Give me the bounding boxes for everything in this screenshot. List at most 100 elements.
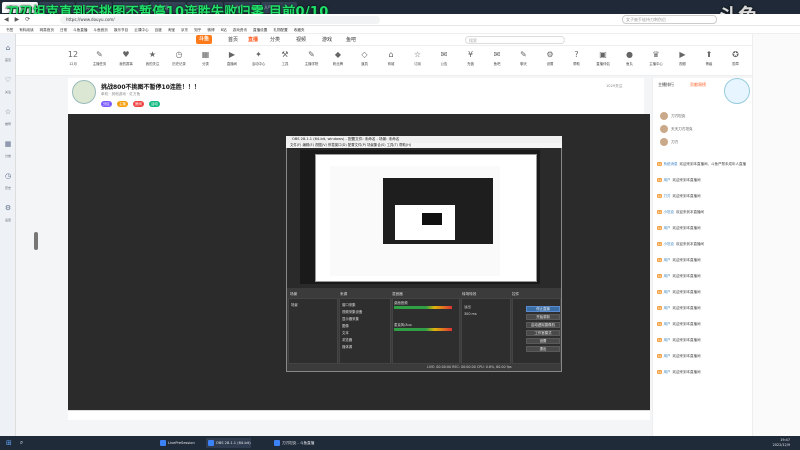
nav-game[interactable]: 游戏 [322,36,332,43]
nav-video[interactable]: 视频 [296,36,306,43]
forward-icon[interactable]: ▶ [15,16,20,23]
star-icon[interactable]: ☆ [2,108,14,120]
bookmark[interactable]: 知乎 [194,26,201,33]
bookmark[interactable]: 直播设置 [253,26,267,33]
nav-yuba[interactable]: 鱼吧 [346,36,356,43]
virtual-camera-button[interactable]: 启动虚拟摄像机 [526,322,560,328]
bookmark[interactable]: 京东 [181,26,188,33]
room-tag[interactable]: 分区 [101,101,112,107]
heart-icon[interactable]: ♡ [2,76,14,88]
taskbar-app[interactable]: LivePreSession [158,438,195,448]
chat-nick[interactable]: 用户 [663,178,670,182]
windows-start-icon[interactable]: ⊞ [6,439,12,447]
category-item[interactable]: ◇ 道具 [352,50,378,67]
chat-nick[interactable]: 用户 [663,354,670,358]
room-tag[interactable]: 房间 [133,101,144,107]
category-item[interactable]: ✦ 活动中心 [246,50,272,67]
category-item[interactable]: ? 帮助 [564,50,590,67]
chat-nick[interactable]: 用户 [663,226,670,230]
category-item[interactable]: ⬆ 等级 [696,50,722,67]
chat-nick[interactable]: 用户 [663,306,670,310]
chat-nick[interactable]: 刀刃 [663,194,670,198]
category-item[interactable]: ✎ 主播任务 [87,50,113,67]
chat-nick[interactable]: 小坦克 [663,242,674,246]
browser-search-input[interactable]: 女子被歹徒持刀刺伤后 [622,15,717,24]
source-item[interactable]: 窗口采集 [342,302,356,307]
source-item[interactable]: 浏览器 [342,337,352,342]
url-input[interactable]: https://www.douyu.com/ [60,16,380,24]
bookmark[interactable]: 游戏资讯 [233,26,247,33]
chat-nick[interactable]: 用户 [663,274,670,278]
bookmark[interactable]: 网易首页 [40,26,54,33]
bookmark[interactable]: 云课中心 [134,26,148,33]
site-logo[interactable]: 斗鱼 [196,35,212,44]
bookmark[interactable]: 礼物配置 [273,26,287,33]
taskbar-app[interactable]: 刀刃坦克 - 斗鱼直播 [272,438,314,448]
studio-mode-button[interactable]: 工作室模式 [526,330,560,336]
bookmark[interactable]: 书签 [6,26,13,33]
scene-item[interactable]: 场景 [291,302,298,307]
category-item[interactable]: ⚒ 工具 [272,50,298,67]
category-item[interactable]: ● 鱼丸 [617,50,643,67]
bookmark[interactable]: 斗鱼直播 [73,26,87,33]
category-item[interactable]: ⌂ 商城 [378,50,404,67]
category-item[interactable]: 12 12月 [60,50,86,67]
tab-streamer-rank[interactable]: 主播排行 [658,82,674,88]
category-item[interactable]: ¥ 充值 [458,50,484,67]
bookmark[interactable]: 淘宝 [168,26,175,33]
bookmark[interactable]: 收藏夹 [294,26,305,33]
settings-button[interactable]: 设置 [526,338,560,344]
chat-nick[interactable]: 用户 [663,338,670,342]
source-item[interactable]: 图像 [342,323,349,328]
chat-nick[interactable]: 用户 [663,290,670,294]
tab-contribution-rank[interactable]: 贡献周榜 [690,82,706,88]
room-tag[interactable]: 主播 [117,101,128,107]
bookmark[interactable]: 娱乐节目 [114,26,128,33]
source-item[interactable]: 显示器采集 [342,316,359,321]
floating-logo[interactable] [724,78,750,104]
exit-button[interactable]: 退出 [526,346,560,352]
category-item[interactable]: ♥ 我的赛事 [113,50,139,67]
category-item[interactable]: ▣ 直播伴侣 [590,50,616,67]
chat-nick[interactable]: 用户 [663,258,670,262]
bookmark[interactable]: 百度 [155,26,162,33]
category-item[interactable]: ✎ 聊天 [511,50,537,67]
chat-nick[interactable]: 小坦克 [663,210,674,214]
nav-category[interactable]: 分类 [270,36,280,43]
room-tag[interactable]: 活动 [149,101,160,107]
category-item[interactable]: ▶ 直播间 [219,50,245,67]
bookmark[interactable]: 斗鱼首页 [94,26,108,33]
home-icon[interactable]: ⌂ [2,44,14,56]
category-item[interactable]: ✎ 主播学院 [299,50,325,67]
gear-icon[interactable]: ⚙ [2,204,14,216]
rank-row[interactable]: 刀刃坦克 [660,112,748,122]
category-item[interactable]: ✉ 公告 [431,50,457,67]
chat-nick[interactable]: 用户 [663,322,670,326]
start-record-button[interactable]: 开始录制 [526,314,560,320]
source-item[interactable]: 媒体源 [342,344,352,349]
source-item[interactable]: 文本 [342,330,349,335]
back-icon[interactable]: ◀ [4,16,9,23]
category-item[interactable]: ▦ 分类 [193,50,219,67]
category-item[interactable]: ★ 我的关注 [140,50,166,67]
resize-handle[interactable] [34,232,38,250]
stop-stream-button[interactable]: 停止直播 [526,306,560,312]
site-search-input[interactable]: 搜索 [465,36,565,44]
search-icon[interactable]: ⌕ [20,439,23,447]
nav-home[interactable]: 首页 [228,36,238,43]
rank-row[interactable]: 天天刀刃坦克 [660,125,748,135]
bookmark[interactable]: 有料阅读 [19,26,33,33]
transition-type[interactable]: 淡出 [464,304,471,309]
refresh-icon[interactable]: ⟳ [25,16,30,23]
category-item[interactable]: ▶ 视频 [670,50,696,67]
grid-icon[interactable]: ▦ [2,140,14,152]
nav-live[interactable]: 直播 [248,36,258,43]
clock-icon[interactable]: ◷ [2,172,14,184]
bookmark[interactable]: 日常 [60,26,67,33]
streamer-avatar[interactable] [72,80,96,104]
rank-row[interactable]: 刀刃 [660,138,748,148]
chat-nick[interactable]: 系统消息 [663,162,677,166]
category-item[interactable]: ♛ 主播中心 [643,50,669,67]
transition-duration[interactable]: 300 ms [464,312,477,316]
category-item[interactable]: ◆ 粉丝牌 [325,50,351,67]
